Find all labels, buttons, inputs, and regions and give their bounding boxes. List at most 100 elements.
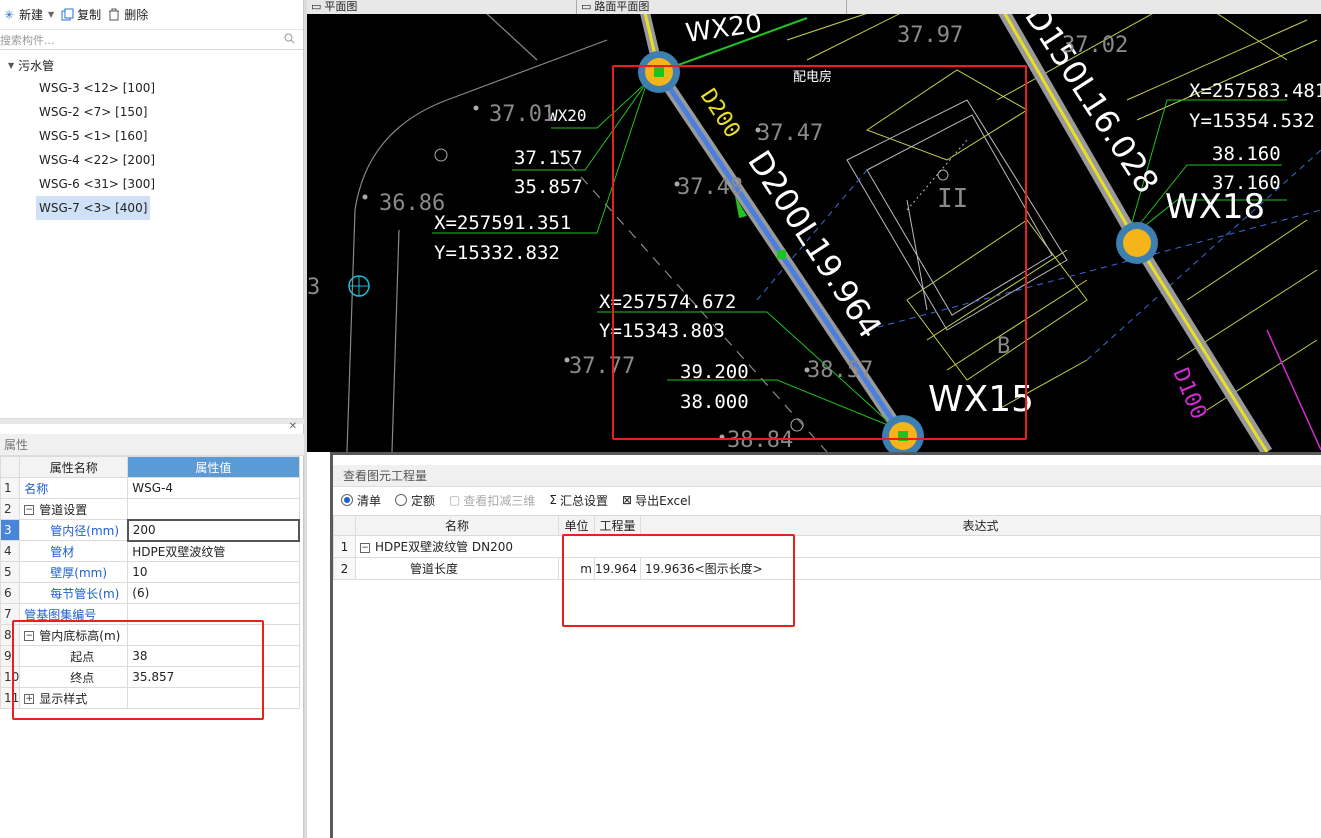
panel-splitter[interactable] (0, 418, 304, 424)
expand-icon[interactable]: + (24, 694, 35, 704)
tree-item[interactable]: WSG-4 <22> [200] (36, 148, 158, 172)
property-value[interactable]: WSG-4 (127, 477, 300, 499)
table-row[interactable]: 1 名称 WSG-4 (0, 477, 300, 499)
elevation-label: 37.160 (1212, 172, 1281, 194)
table-header-row: 属性名称 属性值 (0, 456, 300, 478)
chevron-down-icon[interactable]: ▼ (48, 10, 54, 19)
elevation-label: 39.200 (680, 361, 749, 383)
property-name: 管内径(mm) (19, 519, 129, 541)
elevation-label: 37.48 (677, 175, 743, 200)
drawing-tabs: ▭ 平面图 ▭ 路面平面图 (307, 0, 1321, 14)
table-row[interactable]: 1 − HDPE双壁波纹管 DN200 (333, 535, 1321, 558)
drawing-icon: ▭ (581, 0, 592, 13)
elevation-label: 37.01 (489, 102, 555, 127)
summary-settings-button[interactable]: Σ 汇总设置 (549, 492, 608, 509)
cube-icon: ▢ (449, 493, 461, 507)
table-row[interactable]: 9 起点 38 (0, 645, 300, 667)
elevation-label: 3 (307, 275, 320, 300)
search-input[interactable]: 搜索构件... (0, 32, 55, 48)
table-row[interactable]: 3 管内径(mm) 200 (0, 518, 301, 542)
manhole-label: WX20 (684, 9, 764, 49)
property-name: 显示样式 (39, 691, 88, 706)
collapse-icon[interactable]: − (24, 631, 35, 641)
tree-node-sewer[interactable]: ▼ 污水管 (0, 54, 303, 76)
quantity-table: 名称 单位 工程量 表达式 1 − HDPE双壁波纹管 DN200 2 管道长度 … (333, 515, 1321, 580)
table-row[interactable]: 5 壁厚(mm) 10 (0, 561, 300, 583)
property-value[interactable]: 38 (127, 645, 300, 667)
table-row[interactable]: 8 − 管内底标高(m) (0, 624, 300, 646)
property-value[interactable] (127, 603, 300, 625)
elevation-label: 37.157 (514, 147, 583, 169)
table-row[interactable]: 4 管材 HDPE双壁波纹管 (0, 540, 300, 562)
radio-quota[interactable]: 定额 (395, 492, 435, 509)
quantity-dialog: 查看图元工程量 清单 定额 ▢ 查看扣减三维 Σ 汇总设置 ⊠ 导出Excel … (330, 452, 1321, 838)
coordinate-label: Y=15354.532 (1189, 110, 1315, 132)
view-deduction-3d-button[interactable]: ▢ 查看扣减三维 (449, 492, 535, 509)
close-icon[interactable]: ✕ (289, 421, 297, 432)
table-row[interactable]: 11 + 显示样式 (0, 687, 300, 709)
manhole-label: WX15 (928, 379, 1034, 420)
elevation-label: 36.86 (379, 191, 445, 216)
search-icon[interactable] (284, 33, 295, 47)
table-row[interactable]: 2 管道长度 m 19.964 19.9636<图示长度> (333, 557, 1321, 580)
new-button[interactable]: ✳ 新建 ▼ (2, 6, 54, 23)
pipe-size-label: D100 (1167, 365, 1211, 424)
cad-drawing-canvas[interactable]: WX20 WX15 WX18 D200L19.964 D150L16.028 D… (307, 0, 1321, 452)
name-header: 名称 (355, 515, 559, 536)
dialog-toolbar: 清单 定额 ▢ 查看扣减三维 Σ 汇总设置 ⊠ 导出Excel (333, 487, 1321, 513)
cad-drawing[interactable]: WX20 WX15 WX18 D200L19.964 D150L16.028 D… (307, 0, 1321, 452)
radio-selected-icon (341, 494, 353, 506)
tree-item[interactable]: WSG-5 <1> [160] (36, 124, 150, 148)
property-value[interactable] (127, 498, 300, 520)
excel-icon: ⊠ (622, 493, 633, 507)
export-excel-button[interactable]: ⊠ 导出Excel (622, 492, 691, 509)
drawing-icon: ▭ (311, 0, 322, 13)
building-label: B (997, 334, 1010, 359)
manhole-wx20[interactable] (638, 51, 680, 93)
copy-button[interactable]: 复制 (60, 6, 101, 23)
search-bar[interactable]: 搜索构件... (0, 30, 303, 50)
table-header-row: 名称 单位 工程量 表达式 (333, 515, 1321, 536)
property-value-input[interactable]: 200 (126, 518, 301, 542)
elevation-label: 35.857 (514, 176, 583, 198)
property-value[interactable] (127, 624, 300, 646)
properties-table: 属性名称 属性值 1 名称 WSG-4 2 − 管道设置 3 管内径(mm) 20… (0, 456, 301, 709)
coordinate-label: Y=15343.803 (599, 320, 725, 342)
property-value[interactable]: 35.857 (127, 666, 300, 688)
hydrant-icon (348, 275, 370, 297)
collapse-icon[interactable]: − (360, 542, 370, 553)
collapse-icon[interactable]: − (24, 505, 35, 515)
table-row[interactable]: 2 − 管道设置 (0, 498, 300, 520)
expand-triangle-icon[interactable]: ▼ (8, 61, 14, 70)
coordinate-label: Y=15332.832 (434, 242, 560, 264)
radio-icon (395, 494, 408, 506)
left-panel: ✳ 新建 ▼ 复制 删除 搜索构件... ▼ 污水管 WSG-3 <12> [1… (0, 0, 304, 838)
property-value[interactable]: 10 (127, 561, 300, 583)
elevation-label: 37.97 (897, 23, 963, 48)
tree-item[interactable]: WSG-2 <7> [150] (36, 100, 150, 124)
new-icon: ✳ (3, 7, 15, 22)
manhole-wx18[interactable] (1116, 222, 1158, 264)
index-header (333, 515, 356, 536)
component-toolbar: ✳ 新建 ▼ 复制 删除 (0, 0, 303, 30)
tab-plan[interactable]: ▭ 平面图 (307, 0, 577, 14)
table-row[interactable]: 6 每节管长(m) (6) (0, 582, 300, 604)
property-value[interactable] (127, 687, 300, 709)
delete-button[interactable]: 删除 (107, 6, 148, 23)
unit-value: m (558, 557, 595, 580)
property-value[interactable]: HDPE双壁波纹管 (127, 540, 300, 562)
copy-icon (60, 8, 74, 22)
dialog-title: 查看图元工程量 (333, 465, 1321, 487)
coordinate-label: X=257583.481 (1189, 80, 1321, 102)
unit-header: 单位 (558, 515, 595, 536)
table-row[interactable]: 7 管基图集编号 (0, 603, 300, 625)
property-value[interactable]: (6) (127, 582, 300, 604)
radio-list[interactable]: 清单 (341, 492, 381, 509)
table-row[interactable]: 10 终点 35.857 (0, 666, 300, 688)
tree-item[interactable]: WSG-6 <31> [300] (36, 172, 158, 196)
property-name: 每节管长(m) (19, 582, 129, 604)
tree-item[interactable]: WSG-3 <12> [100] (36, 76, 158, 100)
tree-item-selected[interactable]: WSG-7 <3> [400] (36, 196, 151, 220)
elevation-label: 38.57 (807, 358, 873, 383)
tab-road-plan[interactable]: ▭ 路面平面图 (577, 0, 847, 14)
